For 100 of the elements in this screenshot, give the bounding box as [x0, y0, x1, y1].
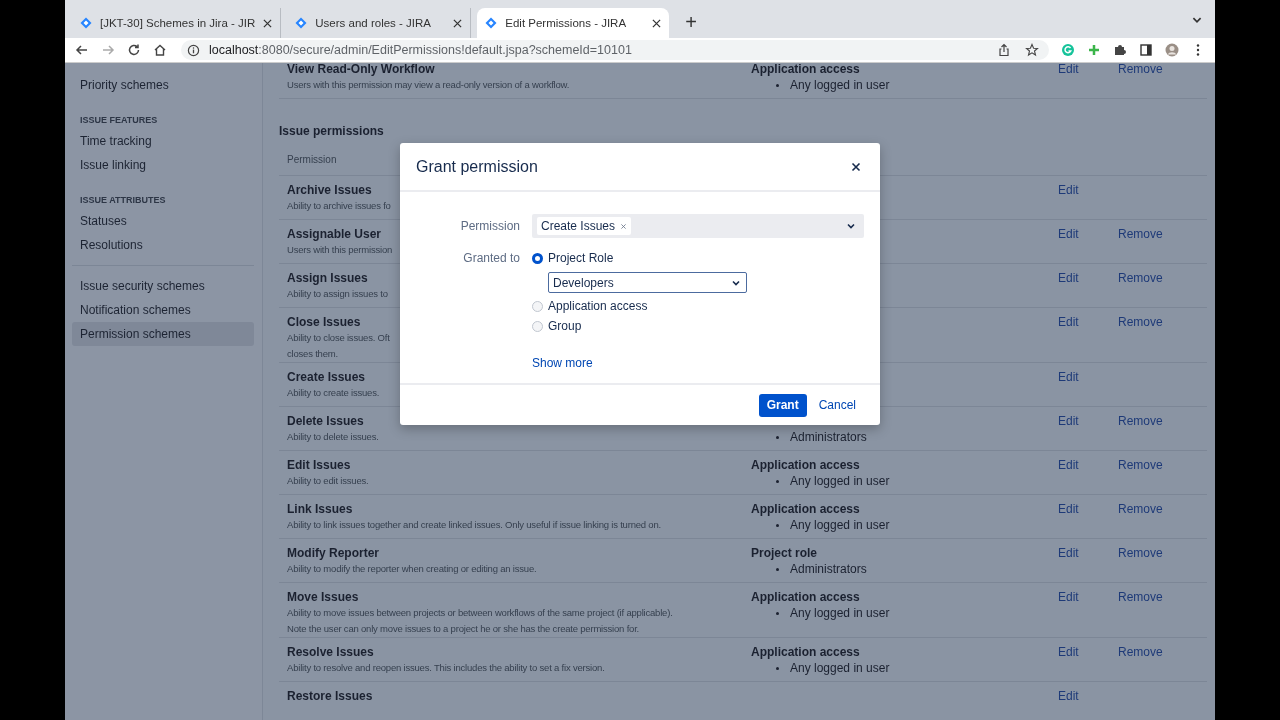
- sidebar-item[interactable]: Resolutions: [72, 233, 254, 257]
- info-icon: [187, 43, 200, 57]
- role-select[interactable]: Developers: [548, 272, 747, 294]
- bullet-icon: [776, 666, 779, 670]
- bullet-icon: [776, 611, 779, 615]
- action-link[interactable]: Edit: [1058, 61, 1118, 77]
- star-icon[interactable]: [1025, 43, 1039, 57]
- diamond-icon: [80, 17, 92, 29]
- permission-select[interactable]: Create Issues: [532, 214, 864, 239]
- permission-name: Restore Issues: [287, 688, 373, 704]
- radio-button[interactable]: [532, 252, 543, 264]
- sidebar-heading: ISSUE ATTRIBUTES: [79, 194, 167, 207]
- grant-member: Any logged in user: [790, 660, 890, 676]
- permission-name: Assign Issues: [287, 270, 368, 286]
- new-tab-button[interactable]: +: [675, 8, 707, 38]
- permission-description: Users with this permission may view a read-only version of a workflow.: [287, 78, 570, 92]
- sidebar-item[interactable]: Time tracking: [72, 129, 254, 153]
- dialog-title: Grant permission: [416, 157, 539, 176]
- browser-tab[interactable]: Edit Permissions - JIRA: [477, 8, 670, 38]
- close-icon[interactable]: [263, 18, 273, 28]
- grant-member: Administrators: [790, 429, 867, 445]
- permission-name: Delete Issues: [287, 413, 364, 429]
- permission-description: closes them.: [287, 347, 338, 361]
- action-link[interactable]: Remove: [1118, 61, 1199, 77]
- permission-description: Ability to resolve and reopen issues. This includes the ability to set a fix version.: [287, 661, 605, 675]
- radio-button[interactable]: [532, 320, 543, 332]
- back-icon[interactable]: [75, 43, 89, 57]
- grant-member: Any logged in user: [790, 473, 890, 489]
- grant-member: Any logged in user: [790, 517, 890, 533]
- sidebar-icon[interactable]: [1139, 43, 1153, 57]
- field-label: Permission: [459, 218, 520, 236]
- grant-type: Application access: [751, 501, 861, 517]
- action-link[interactable]: Remove: [1118, 644, 1199, 660]
- bullet-icon: [776, 83, 779, 87]
- action-link[interactable]: Edit: [1058, 545, 1118, 561]
- diamond-icon: [485, 17, 498, 29]
- remove-icon[interactable]: [620, 222, 628, 230]
- action-link[interactable]: Edit: [1058, 589, 1118, 605]
- action-link[interactable]: Edit: [1058, 413, 1118, 429]
- permission-name: Edit Issues: [287, 457, 351, 473]
- grant-type: Application access: [751, 457, 861, 473]
- action-link[interactable]: Remove: [1118, 270, 1199, 286]
- sidebar-item[interactable]: Statuses: [72, 209, 254, 233]
- permission-name: Close Issues: [287, 314, 361, 330]
- permission-description: Note the user can only move issues to a project he or she has the create permission for.: [287, 622, 640, 636]
- grant-member: Any logged in user: [790, 605, 890, 621]
- action-link[interactable]: Remove: [1118, 545, 1199, 561]
- action-link[interactable]: Edit: [1058, 688, 1118, 704]
- sidebar-item[interactable]: Priority schemes: [72, 73, 254, 97]
- close-icon[interactable]: [652, 18, 662, 28]
- action-link[interactable]: Edit: [1058, 457, 1118, 473]
- action-link[interactable]: Remove: [1118, 226, 1199, 242]
- field-label: Granted to: [462, 250, 520, 268]
- radio-button[interactable]: [532, 300, 543, 312]
- diamond-icon: [295, 17, 308, 29]
- action-link[interactable]: Edit: [1058, 644, 1118, 660]
- permission-description: Ability to edit issues.: [287, 474, 369, 488]
- puzzle-icon[interactable]: [1113, 43, 1127, 57]
- permission-name: Move Issues: [287, 589, 359, 605]
- permission-description: Users with this permission: [287, 243, 393, 257]
- permission-name: View Read-Only Workflow: [287, 61, 435, 77]
- action-link[interactable]: Edit: [1058, 270, 1118, 286]
- plus-extension-icon[interactable]: [1087, 43, 1101, 57]
- permission-description: Ability to move issues between projects or between workflows of the same project (if applicable).: [287, 606, 673, 620]
- show-more-link[interactable]: Show more: [532, 353, 593, 374]
- action-link[interactable]: Edit: [1058, 182, 1118, 198]
- action-link[interactable]: Edit: [1058, 369, 1118, 385]
- permission-name: Create Issues: [287, 369, 366, 385]
- close-icon[interactable]: [453, 18, 463, 28]
- share-icon[interactable]: [997, 43, 1011, 57]
- sidebar-item[interactable]: Permission schemes: [72, 322, 254, 346]
- action-link[interactable]: Remove: [1118, 457, 1199, 473]
- action-link[interactable]: Remove: [1118, 314, 1199, 330]
- permission-name: Modify Reporter: [287, 545, 379, 561]
- reload-icon[interactable]: [127, 43, 141, 57]
- grant-member: Administrators: [790, 561, 867, 577]
- action-link[interactable]: Remove: [1118, 589, 1199, 605]
- bullet-icon: [776, 523, 779, 527]
- action-link[interactable]: Edit: [1058, 501, 1118, 517]
- grant-type: Project role: [751, 545, 819, 561]
- home-icon[interactable]: [153, 43, 167, 57]
- action-link[interactable]: Edit: [1058, 314, 1118, 330]
- grant-type: Application access: [751, 644, 861, 660]
- action-link[interactable]: Remove: [1118, 501, 1199, 517]
- cancel-button[interactable]: Cancel: [810, 393, 864, 417]
- permission-description: Ability to delete issues.: [287, 430, 379, 444]
- permission-name: Assignable User: [287, 226, 382, 242]
- sidebar-item[interactable]: Issue linking: [72, 153, 254, 177]
- section-title: Issue permissions: [279, 123, 385, 139]
- permission-chip: Create Issues: [537, 217, 632, 236]
- address-bar[interactable]: localhost:8080/secure/admin/EditPermissions!default.jspa?schemeId=10101: [181, 40, 1049, 60]
- sidebar-item[interactable]: Notification schemes: [72, 298, 254, 322]
- avatar-icon[interactable]: [1165, 43, 1179, 57]
- close-icon[interactable]: [851, 161, 861, 172]
- bullet-icon: [776, 567, 779, 571]
- action-link[interactable]: Edit: [1058, 226, 1118, 242]
- action-link[interactable]: Remove: [1118, 413, 1199, 429]
- column-header: Permission: [287, 154, 337, 165]
- sidebar-item[interactable]: Issue security schemes: [72, 274, 254, 298]
- grant-button[interactable]: Grant: [758, 393, 807, 417]
